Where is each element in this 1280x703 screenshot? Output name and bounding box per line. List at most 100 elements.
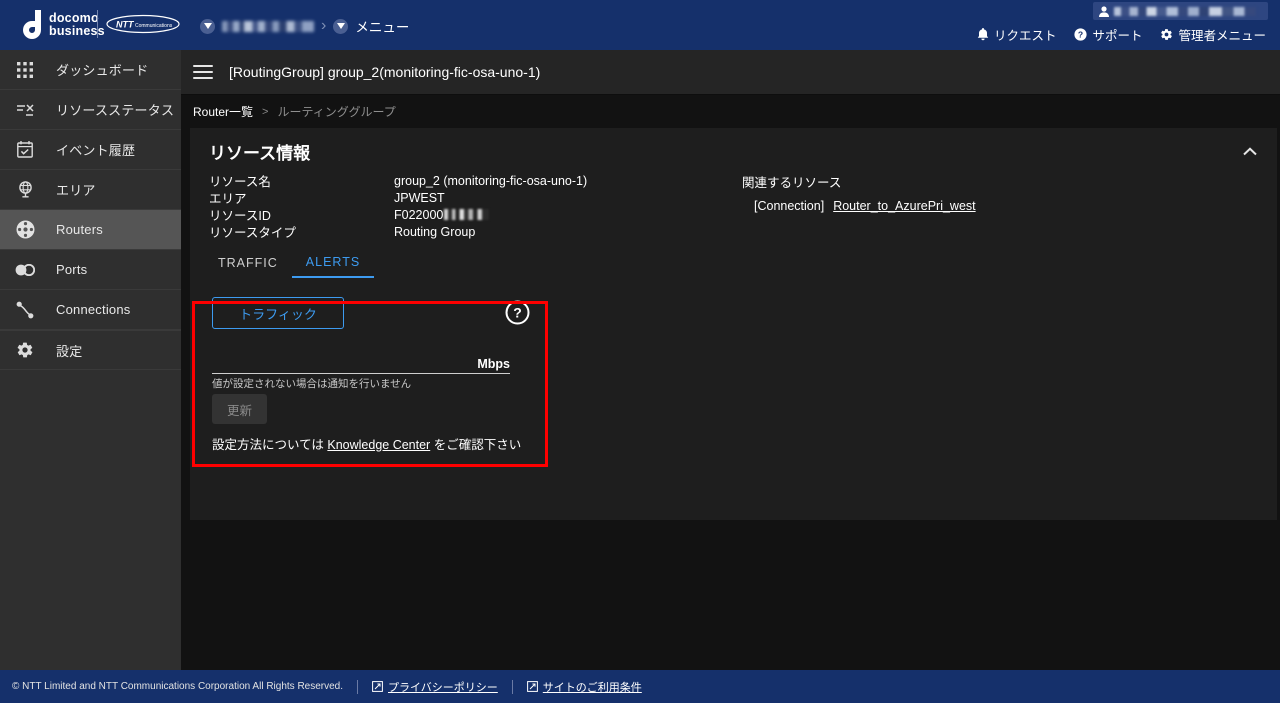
related-resource-item: [Connection] Router_to_AzurePri_west xyxy=(742,199,976,213)
question-circle-icon: ? xyxy=(505,300,530,325)
alerts-settings-panel: トラフィック ? Mbps 値が設定されない場合は通知を行いません 更新 設定方… xyxy=(201,290,557,456)
sidebar-label: イベント履歴 xyxy=(56,143,136,158)
svg-text:?: ? xyxy=(513,305,522,321)
router-icon xyxy=(10,215,40,245)
calendar-check-icon xyxy=(10,135,40,165)
breadcrumb: Router一覧 > ルーティンググループ xyxy=(181,95,1280,128)
user-badge[interactable] xyxy=(1093,2,1268,20)
sidebar: ダッシュボード リソースステータス イベント履歴 エリア Routers Por… xyxy=(0,50,181,670)
sidebar-label: Routers xyxy=(56,222,103,237)
threshold-input[interactable] xyxy=(212,356,472,371)
user-icon xyxy=(1099,5,1109,17)
docomo-d-icon xyxy=(18,10,42,39)
info-row: エリア JPWEST xyxy=(209,189,769,207)
breadcrumb-caret-icon: › xyxy=(321,17,327,34)
knowledge-center-link[interactable]: Knowledge Center xyxy=(327,438,430,452)
terms-of-use-link[interactable]: サイトのご利用条件 xyxy=(526,679,642,695)
threshold-hint-text: 値が設定されない場合は通知を行いません xyxy=(212,378,412,390)
footer: © NTT Limited and NTT Communications Cor… xyxy=(0,670,1280,703)
docomo-business-logo[interactable]: docomo business xyxy=(18,10,105,39)
sidebar-label: エリア xyxy=(56,183,96,198)
external-link-icon xyxy=(526,681,538,692)
related-resource-link[interactable]: Router_to_AzurePri_west xyxy=(833,199,975,213)
sidebar-item-routers[interactable]: Routers xyxy=(0,210,181,250)
info-value: group_2 (monitoring-fic-osa-uno-1) xyxy=(394,173,588,188)
sidebar-item-dashboard[interactable]: ダッシュボード xyxy=(0,50,181,90)
collapse-toggle-button[interactable] xyxy=(1239,140,1261,162)
ntt-communications-logo: NTT Communications xyxy=(106,14,180,34)
gear-icon xyxy=(1161,29,1173,40)
resource-status-icon xyxy=(10,95,40,125)
traffic-toggle-button[interactable]: トラフィック xyxy=(212,297,344,329)
top-bar: docomo business NTT Communications › メニュ… xyxy=(0,0,1280,50)
ports-icon xyxy=(10,255,40,285)
redacted-user-name xyxy=(1114,6,1256,16)
knowledge-center-note: 設定方法については Knowledge Center をご確認下さい xyxy=(212,434,521,453)
knowledge-center-suffix: をご確認下さい xyxy=(433,438,522,452)
resource-info-list: リソース名 group_2 (monitoring-fic-osa-uno-1)… xyxy=(209,172,769,241)
hamburger-menu-icon[interactable] xyxy=(193,65,213,79)
sidebar-item-resource-status[interactable]: リソースステータス xyxy=(0,90,181,130)
help-button[interactable]: ? xyxy=(505,300,530,325)
resource-info-card: リソース情報 リソース名 group_2 (monitoring-fic-osa… xyxy=(190,128,1277,520)
footer-divider xyxy=(511,679,513,694)
tab-bar: TRAFFIC ALERTS xyxy=(204,248,375,280)
info-value-redacted: F022000 xyxy=(394,207,490,222)
footer-divider xyxy=(357,679,359,694)
globe-icon xyxy=(10,175,40,205)
logo-divider xyxy=(97,10,98,38)
brand-line-1: docomo xyxy=(49,10,99,25)
chevron-up-icon xyxy=(1243,146,1257,155)
top-breadcrumb-nav[interactable]: › メニュー xyxy=(200,16,409,36)
related-resources-title: 関連するリソース xyxy=(742,176,842,190)
info-label: リソースタイプ xyxy=(209,226,296,240)
breadcrumb-separator: > xyxy=(262,105,269,118)
sidebar-item-connections[interactable]: Connections xyxy=(0,290,181,330)
threshold-unit-label: Mbps xyxy=(477,357,510,371)
resource-info-title: リソース情報 xyxy=(209,144,311,163)
update-button[interactable]: 更新 xyxy=(212,394,267,424)
tab-alerts[interactable]: ALERTS xyxy=(291,248,375,278)
sidebar-item-event-history[interactable]: イベント履歴 xyxy=(0,130,181,170)
sidebar-item-settings[interactable]: 設定 xyxy=(0,330,181,370)
threshold-field-wrapper[interactable]: Mbps xyxy=(212,348,510,374)
svg-text:?: ? xyxy=(1078,30,1083,40)
request-label: リクエスト xyxy=(993,29,1057,43)
admin-menu-label: 管理者メニュー xyxy=(1178,29,1266,43)
support-link[interactable]: ? サポート xyxy=(1074,25,1142,44)
menu-label[interactable]: メニュー xyxy=(355,16,409,36)
breadcrumb-current: ルーティンググループ xyxy=(277,105,396,119)
tab-traffic[interactable]: TRAFFIC xyxy=(204,248,292,278)
breadcrumb-parent[interactable]: Router一覧 xyxy=(193,103,253,120)
info-row: リソースID F022000 xyxy=(209,206,769,223)
sidebar-label: ダッシュボード xyxy=(56,63,149,78)
admin-menu-link[interactable]: 管理者メニュー xyxy=(1160,25,1266,44)
external-link-icon xyxy=(372,681,383,692)
redacted-resource-id xyxy=(444,209,490,220)
sidebar-item-ports[interactable]: Ports xyxy=(0,250,181,290)
chevron-down-icon[interactable] xyxy=(200,18,215,34)
request-link[interactable]: リクエスト xyxy=(977,25,1057,44)
info-row: リソース名 group_2 (monitoring-fic-osa-uno-1) xyxy=(209,172,769,190)
terms-of-use-label: サイトのご利用条件 xyxy=(542,681,642,694)
redacted-tenant-name xyxy=(222,20,314,32)
knowledge-center-prefix: 設定方法については xyxy=(212,438,324,452)
main-content: [RoutingGroup] group_2(monitoring-fic-os… xyxy=(181,50,1280,670)
privacy-policy-link[interactable]: プライバシーポリシー xyxy=(372,679,498,695)
info-row: リソースタイプ Routing Group xyxy=(209,223,769,241)
question-circle-icon: ? xyxy=(1074,28,1088,41)
top-right-links: リクエスト ? サポート 管理者メニュー xyxy=(977,25,1266,44)
sidebar-item-area[interactable]: エリア xyxy=(0,170,181,210)
svg-text:NTT: NTT xyxy=(116,20,135,30)
gear-icon xyxy=(10,335,40,365)
svg-text:Communications: Communications xyxy=(135,23,173,29)
page-header: [RoutingGroup] group_2(monitoring-fic-os… xyxy=(181,50,1280,95)
sidebar-label: Ports xyxy=(56,262,88,277)
sidebar-label: Connections xyxy=(56,302,131,317)
page-title: [RoutingGroup] group_2(monitoring-fic-os… xyxy=(229,64,541,80)
info-value-text: F022000 xyxy=(394,207,444,222)
bell-icon xyxy=(977,28,989,41)
menu-chevron-down-icon[interactable] xyxy=(333,18,349,34)
sidebar-label: 設定 xyxy=(56,343,83,359)
related-resources: 関連するリソース [Connection] Router_to_AzurePri… xyxy=(742,172,976,213)
